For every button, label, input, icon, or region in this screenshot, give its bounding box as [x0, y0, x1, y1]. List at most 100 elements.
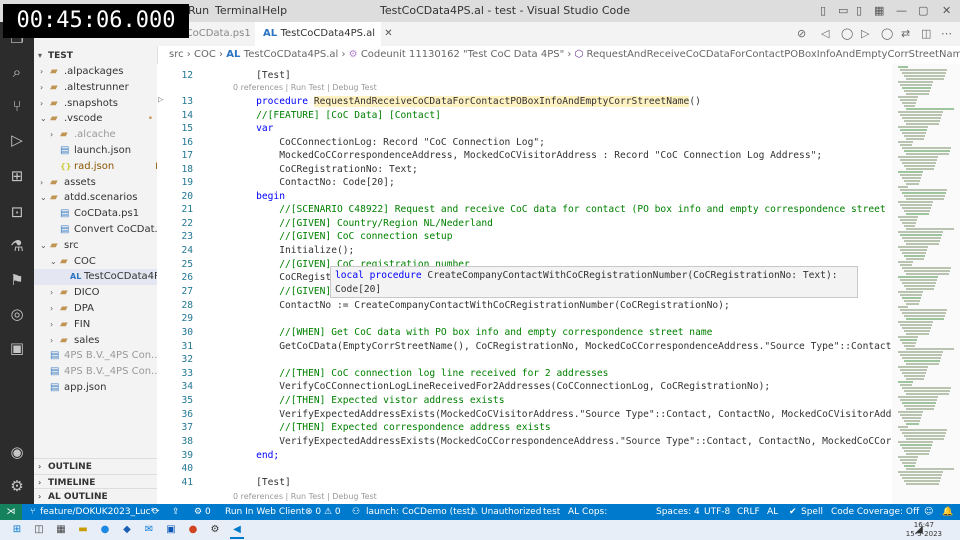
mail-icon[interactable]: ✉: [142, 523, 156, 537]
settings-gear-icon[interactable]: ⚙: [0, 472, 34, 500]
minimap-line: [902, 282, 936, 284]
al-explorer-icon[interactable]: ◎: [0, 300, 34, 328]
al-symbols-icon[interactable]: ⊘: [797, 27, 806, 40]
breadcrumb-codeunit[interactable]: Codeunit 11130162 "Test CoC Data 4PS": [361, 49, 564, 60]
tree-item[interactable]: › ▰ DICO: [34, 285, 173, 301]
codelens-test-actions[interactable]: 0 references | Run Test | Debug Test: [233, 83, 377, 92]
tree-item[interactable]: ▤ CoCData.ps1: [34, 206, 173, 222]
menu-terminal[interactable]: Terminal: [215, 4, 262, 17]
breadcrumb-src[interactable]: src: [169, 49, 184, 60]
workspace-section-header[interactable]: ▾ TEST: [34, 48, 161, 64]
tree-item[interactable]: ▤ app.json: [34, 380, 163, 396]
git-branch[interactable]: feature/DOKUK2023_Luc*: [40, 504, 155, 520]
close-tab-icon[interactable]: ✕: [384, 28, 392, 39]
vscode-icon[interactable]: ◀: [230, 523, 244, 539]
powerpoint-icon[interactable]: ●: [186, 523, 200, 537]
breadcrumb-procedure[interactable]: RequestAndReceiveCoCDataForContactPOBoxI…: [586, 49, 960, 60]
minimap-line: [898, 201, 933, 203]
settings-icon[interactable]: ⚙: [208, 523, 222, 537]
widgets-icon[interactable]: ▦: [54, 523, 68, 537]
tree-item[interactable]: › ▰ .snapshots: [34, 96, 163, 112]
tree-item[interactable]: › ▰ .alcache: [34, 127, 173, 143]
toggle-sidebar-icon[interactable]: ▯: [820, 4, 826, 17]
menu-run[interactable]: Run: [188, 4, 209, 17]
publish-icon[interactable]: ⇪: [172, 504, 180, 520]
compare-icon[interactable]: ◯: [881, 27, 893, 40]
outline-panel-header[interactable]: › OUTLINE: [34, 458, 161, 475]
run-in-web-client[interactable]: Run In Web Client: [225, 504, 305, 520]
tree-item[interactable]: ▤ 4PS B.V._4PS Con...: [34, 348, 163, 364]
tree-item[interactable]: › ▰ sales: [34, 333, 173, 349]
tab-testcocdata4ps-al[interactable]: AL TestCoCData4PS.al ✕: [255, 22, 393, 46]
remote-indicator-icon[interactable]: ⋊: [0, 504, 22, 520]
problems-indicator[interactable]: ⊗ 0 ⚠ 0: [305, 504, 341, 520]
taskview-icon[interactable]: ◫: [32, 523, 46, 537]
run-icon[interactable]: ▷: [861, 27, 869, 40]
minimap-line: [904, 480, 940, 482]
workspace-test[interactable]: test: [543, 504, 560, 520]
tree-item[interactable]: ⌄ ▰ atdd.scenarios: [34, 190, 163, 206]
tree-item[interactable]: › ▰ DPA: [34, 301, 173, 317]
tree-item[interactable]: ▤ launch.json: [34, 143, 173, 159]
docker-icon[interactable]: ▣: [0, 334, 34, 362]
launch-config[interactable]: launch: CoCDemo (test): [366, 504, 474, 520]
al-outline-panel-header[interactable]: › AL OUTLINE: [34, 488, 161, 505]
codelens-test-actions[interactable]: 0 references | Run Test | Debug Test: [233, 492, 377, 501]
notifications-icon[interactable]: 🔔: [942, 504, 953, 520]
tree-item[interactable]: ⌄ ▰ COC: [34, 254, 173, 270]
code-coverage[interactable]: Code Coverage: Off: [831, 504, 919, 520]
minimap-line: [902, 237, 941, 239]
minimap-line: [904, 210, 930, 212]
browser-icon[interactable]: ●: [98, 523, 112, 537]
toggle-auxbar-icon[interactable]: ▯: [856, 4, 862, 17]
tree-item[interactable]: › ▰ FIN: [34, 317, 173, 333]
accounts-icon[interactable]: ◉: [0, 438, 34, 466]
go-forward-icon[interactable]: ◯: [841, 27, 853, 40]
run-test-gutter-icon[interactable]: ▷: [158, 95, 163, 105]
testing-icon[interactable]: ⚗: [0, 232, 34, 260]
debug-count[interactable]: 0: [205, 504, 211, 520]
maximize-icon[interactable]: ▢: [918, 4, 928, 17]
run-debug-icon[interactable]: ▷: [0, 126, 34, 154]
breadcrumb-coc[interactable]: COC: [194, 49, 216, 60]
tree-item[interactable]: ⌄ ▰ src: [34, 238, 163, 254]
feedback-icon[interactable]: ☺: [924, 504, 933, 520]
file-explorer-icon[interactable]: ▬: [76, 523, 90, 537]
al-cops[interactable]: AL Cops:: [568, 504, 607, 520]
word-icon[interactable]: ▣: [164, 523, 178, 537]
language-mode[interactable]: AL: [767, 504, 778, 520]
auth-status[interactable]: Unauthorized: [481, 504, 541, 520]
spell-check[interactable]: Spell: [801, 504, 823, 520]
tree-item[interactable]: {}rad.jsonM: [34, 159, 173, 175]
extensions-icon[interactable]: ⊞: [0, 162, 34, 190]
more-actions-icon[interactable]: ⋯: [941, 27, 952, 40]
source-control-icon[interactable]: ⑂: [0, 92, 34, 120]
remote-explorer-icon[interactable]: ⊡: [0, 198, 34, 226]
minimap[interactable]: [892, 64, 960, 504]
start-icon[interactable]: ⊞: [10, 523, 24, 537]
go-back-icon[interactable]: ◁: [821, 27, 829, 40]
teams-icon[interactable]: ◆: [120, 523, 134, 537]
end-of-line[interactable]: CRLF: [737, 504, 760, 520]
toggle-panel-icon[interactable]: ▭: [838, 4, 848, 17]
layout-icon[interactable]: ▦: [874, 4, 884, 17]
breadcrumb-file[interactable]: TestCoCData4PS.al: [244, 49, 338, 60]
minimize-icon[interactable]: —: [896, 4, 907, 17]
tree-item[interactable]: ▤ Convert CoCDat...: [34, 222, 173, 238]
indentation[interactable]: Spaces: 4: [656, 504, 700, 520]
search-icon[interactable]: ⌕: [0, 58, 34, 86]
encoding[interactable]: UTF-8: [704, 504, 730, 520]
open-changes-icon[interactable]: ⇄: [901, 27, 910, 40]
menu-help[interactable]: Help: [262, 4, 287, 17]
close-icon[interactable]: ✕: [942, 4, 951, 17]
tree-item[interactable]: › ▰ assets: [34, 175, 163, 191]
tree-item[interactable]: › ▰ .altestrunner: [34, 80, 163, 96]
tree-item[interactable]: ▤ 4PS B.V._4PS Con...: [34, 364, 163, 380]
test-explorer-icon[interactable]: ⚑: [0, 266, 34, 294]
sync-icon[interactable]: ⟳: [152, 504, 160, 520]
tree-item[interactable]: › ▰ .alpackages: [34, 64, 163, 80]
system-clock[interactable]: 16:47 15-5-2023: [906, 521, 942, 539]
tree-item[interactable]: ⌄ ▰ .vscode •: [34, 111, 163, 127]
minimap-line: [904, 105, 915, 107]
split-editor-icon[interactable]: ◫: [921, 27, 931, 40]
